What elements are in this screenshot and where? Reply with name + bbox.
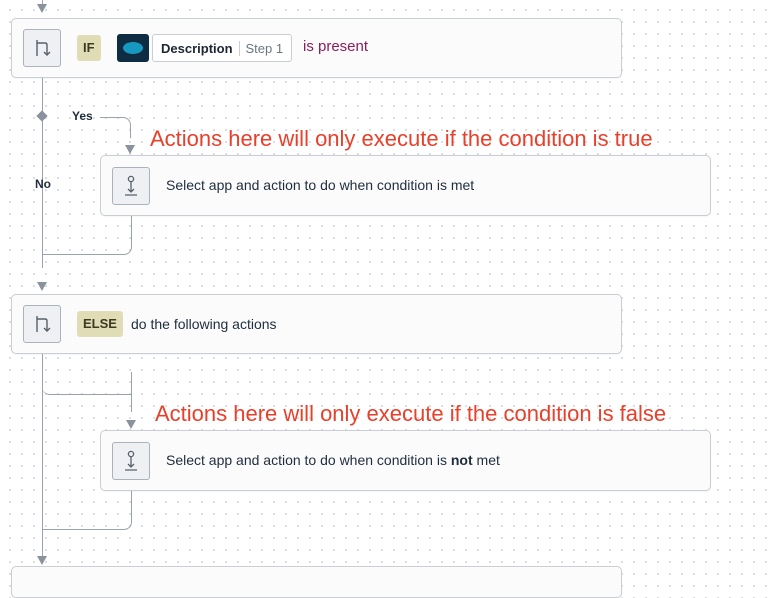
no-branch-label: No [35, 177, 51, 191]
arrow-into-false-action [126, 420, 136, 429]
else-text: do the following actions [131, 316, 277, 332]
false-action-text-after: met [472, 452, 500, 468]
arrow-into-else [37, 282, 47, 291]
branch-flow-icon [23, 305, 61, 343]
connector-false-action-return [42, 491, 132, 530]
false-action-text-before: Select app and action to do when conditi… [166, 452, 451, 468]
branch-flow-icon [23, 29, 61, 67]
field-step: Step 1 [238, 40, 292, 56]
action-step-icon [112, 167, 150, 205]
arrow-top [37, 4, 47, 13]
yes-branch-label: Yes [72, 109, 93, 123]
condition-operator[interactable]: is present [303, 38, 368, 55]
branch-split-marker [36, 110, 48, 122]
salesforce-logo [117, 34, 149, 62]
annotation-true: Actions here will only execute if the co… [150, 126, 653, 151]
connector-yes-corner [116, 117, 131, 138]
annotation-false: Actions here will only execute if the co… [155, 401, 667, 426]
next-step-card[interactable] [11, 566, 622, 598]
arrow-bottom [37, 556, 47, 565]
connector-true-action-return [42, 216, 132, 255]
field-pill-description[interactable]: Description Step 1 [152, 34, 293, 62]
field-name: Description [161, 40, 233, 56]
false-action-card[interactable]: Select app and action to do when conditi… [100, 430, 711, 491]
true-action-text: Select app and action to do when conditi… [166, 177, 475, 193]
false-action-text: Select app and action to do when conditi… [166, 452, 500, 468]
arrow-into-true-action [125, 145, 135, 154]
else-keyword-badge: ELSE [77, 311, 123, 337]
if-keyword-badge: IF [77, 35, 101, 61]
false-action-text-bold: not [450, 452, 473, 468]
else-card[interactable]: ELSE do the following actions [11, 294, 622, 354]
if-condition-card[interactable]: IF Description Step 1 is present [11, 18, 622, 78]
connector-else-branch-bend [42, 372, 132, 395]
action-step-icon [112, 442, 150, 480]
true-action-card[interactable]: Select app and action to do when conditi… [100, 155, 711, 216]
